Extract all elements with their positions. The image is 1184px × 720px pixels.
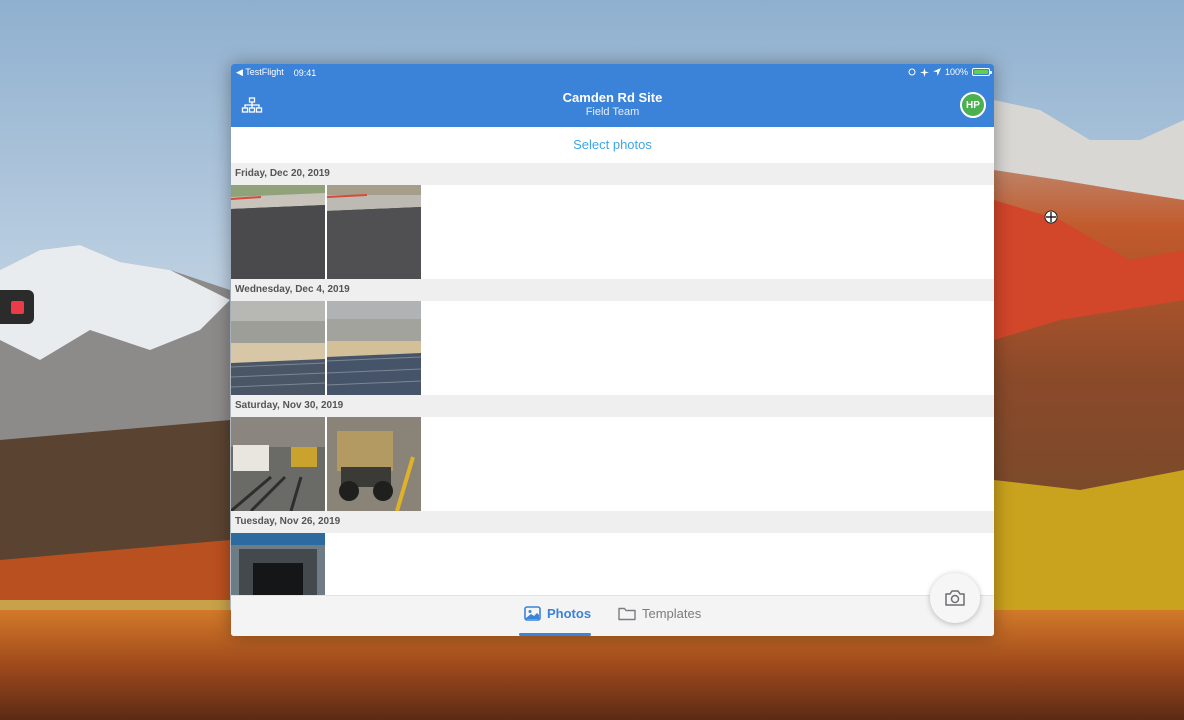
airplane-icon — [919, 67, 929, 77]
app-header: ◀ TestFlight 09:41 100% Camden Rd Site F… — [231, 64, 994, 127]
photo-row — [231, 533, 994, 595]
photo-row — [231, 417, 994, 511]
photo-thumbnail[interactable] — [327, 301, 421, 395]
tab-templates[interactable]: Templates — [618, 606, 701, 621]
tab-photos-label: Photos — [547, 606, 592, 621]
location-icon — [932, 68, 941, 76]
tab-templates-label: Templates — [642, 606, 702, 621]
back-to-testflight-link[interactable]: ◀ TestFlight — [236, 67, 284, 78]
battery-icon — [972, 68, 992, 76]
move-cursor-icon — [1044, 210, 1058, 224]
image-icon — [524, 606, 541, 621]
photo-row — [231, 301, 994, 395]
page-title: Camden Rd Site — [562, 90, 663, 105]
folder-icon — [618, 607, 636, 621]
photo-row — [231, 185, 994, 279]
section-date-header: Friday, Dec 20, 2019 — [231, 163, 994, 185]
tab-photos[interactable]: Photos — [524, 606, 591, 621]
screen-record-stop-button[interactable] — [0, 290, 34, 324]
photo-thumbnail[interactable] — [327, 185, 421, 279]
camera-button[interactable] — [930, 573, 980, 623]
rotation-lock-icon — [908, 68, 916, 76]
select-photos-link[interactable]: Select photos — [573, 137, 652, 152]
photo-thumbnail[interactable] — [231, 185, 325, 279]
stop-icon — [10, 300, 24, 314]
select-photos-bar: Select photos — [231, 127, 994, 163]
camera-icon — [945, 590, 965, 606]
section-date-header: Saturday, Nov 30, 2019 — [231, 395, 994, 417]
status-time: 09:41 — [293, 67, 317, 78]
photo-thumbnail[interactable] — [231, 301, 325, 395]
battery-percent: 100% — [944, 67, 968, 77]
app-window: ◀ TestFlight 09:41 100% Camden Rd Site F… — [231, 64, 994, 636]
page-subtitle: Field Team — [585, 106, 640, 118]
photo-thumbnail[interactable] — [327, 417, 421, 511]
photo-thumbnail[interactable] — [231, 417, 325, 511]
header-titles: Camden Rd Site Field Team — [231, 90, 994, 119]
section-date-header: Wednesday, Dec 4, 2019 — [231, 279, 994, 301]
avatar[interactable]: HP — [960, 92, 986, 118]
tab-bar: Photos Templates — [231, 595, 994, 636]
active-tab-indicator — [519, 633, 591, 636]
section-date-header: Tuesday, Nov 26, 2019 — [231, 511, 994, 533]
photo-feed[interactable]: Friday, Dec 20, 2019 Wednesday, Dec 4, 2… — [231, 163, 994, 595]
status-bar: ◀ TestFlight 09:41 100% — [231, 64, 994, 80]
photo-thumbnail[interactable] — [231, 533, 325, 595]
